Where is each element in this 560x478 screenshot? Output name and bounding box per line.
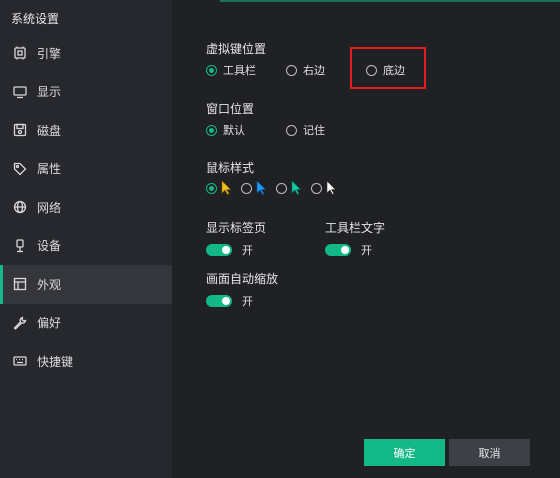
cursor-option-yellow[interactable] (206, 181, 233, 195)
sidebar-item-shortcuts[interactable]: 快捷键 (0, 342, 172, 381)
virtual-key-label: 虚拟键位置 (206, 42, 267, 56)
cursor-option-white[interactable] (311, 181, 338, 195)
engine-icon (13, 46, 27, 60)
show-tabs-row: 开 (206, 242, 253, 258)
sidebar-item-appearance[interactable]: 外观 (0, 265, 172, 304)
radio-toolbar[interactable]: 工具栏 (206, 62, 286, 78)
window-title: 系统设置 (11, 12, 60, 26)
radio-label: 工具栏 (223, 64, 256, 77)
sidebar-item-label: 快捷键 (37, 354, 74, 369)
sidebar-item-label: 磁盘 (37, 123, 62, 138)
sidebar-item-label: 网络 (37, 200, 62, 215)
sidebar-item-engine[interactable]: 引擎 (0, 34, 172, 73)
sidebar-item-display[interactable]: 显示 (0, 73, 172, 112)
sidebar-item-label: 引擎 (37, 46, 62, 61)
auto-scale-label: 画面自动缩放 (206, 272, 279, 286)
keyboard-icon (13, 354, 27, 368)
toggle-state-label: 开 (361, 244, 372, 257)
toggle-state-label: 开 (242, 244, 253, 257)
sidebar: 系统设置 引擎 显示 磁盘 属性 网络 设备 外观 偏好 快捷键 (0, 0, 172, 478)
cursor-option-teal[interactable] (276, 181, 303, 195)
mouse-style-label: 鼠标样式 (206, 161, 255, 175)
usb-icon (13, 239, 27, 253)
sidebar-item-label: 属性 (37, 162, 62, 177)
radio-remember[interactable]: 记住 (286, 122, 325, 138)
toolbar-text-row: 开 (325, 242, 372, 258)
disk-icon (13, 123, 27, 137)
radio-indicator (286, 64, 297, 76)
radio-indicator (286, 124, 297, 136)
ok-button[interactable]: 确定 (364, 439, 445, 466)
radio-indicator (206, 64, 217, 76)
cursor-option-blue[interactable] (241, 181, 268, 195)
mouse-style-radio-group (206, 181, 346, 195)
monitor-icon (13, 85, 27, 99)
radio-label: 默认 (223, 124, 245, 137)
radio-indicator (206, 124, 217, 136)
radio-label: 右边 (303, 64, 325, 77)
toolbar-text-toggle[interactable] (325, 244, 351, 256)
tag-icon (13, 162, 27, 176)
sidebar-item-network[interactable]: 网络 (0, 188, 172, 227)
radio-default[interactable]: 默认 (206, 122, 286, 138)
sidebar-item-label: 显示 (37, 85, 62, 100)
window-position-label: 窗口位置 (206, 102, 255, 116)
sidebar-item-label: 设备 (37, 239, 62, 254)
sidebar-item-label: 偏好 (37, 316, 62, 331)
radio-indicator (206, 182, 217, 194)
sidebar-item-label: 外观 (37, 277, 62, 292)
radio-indicator (276, 182, 287, 194)
white-cursor-icon (326, 181, 337, 195)
radio-label: 记住 (303, 124, 325, 137)
sidebar-item-properties[interactable]: 属性 (0, 150, 172, 189)
toggle-state-label: 开 (242, 295, 253, 308)
sidebar-item-disk[interactable]: 磁盘 (0, 111, 172, 150)
show-tabs-toggle[interactable] (206, 244, 232, 256)
show-tabs-label: 显示标签页 (206, 221, 267, 235)
radio-indicator (241, 182, 252, 194)
sidebar-nav: 引擎 显示 磁盘 属性 网络 设备 外观 偏好 快捷键 (0, 34, 172, 381)
auto-scale-toggle[interactable] (206, 295, 232, 307)
radio-indicator (311, 182, 322, 194)
globe-icon (13, 200, 27, 214)
window-position-radio-group: 默认 记住 (206, 122, 325, 138)
auto-scale-row: 开 (206, 293, 253, 309)
yellow-cursor-icon (221, 181, 232, 195)
toolbar-text-label: 工具栏文字 (325, 221, 386, 235)
teal-cursor-icon (291, 181, 302, 195)
sidebar-item-devices[interactable]: 设备 (0, 227, 172, 266)
wrench-icon (13, 316, 27, 330)
appearance-icon (13, 277, 27, 291)
cancel-button[interactable]: 取消 (449, 439, 530, 466)
sidebar-item-preferences[interactable]: 偏好 (0, 304, 172, 343)
highlight-box (350, 47, 426, 89)
blue-cursor-icon (256, 181, 267, 195)
